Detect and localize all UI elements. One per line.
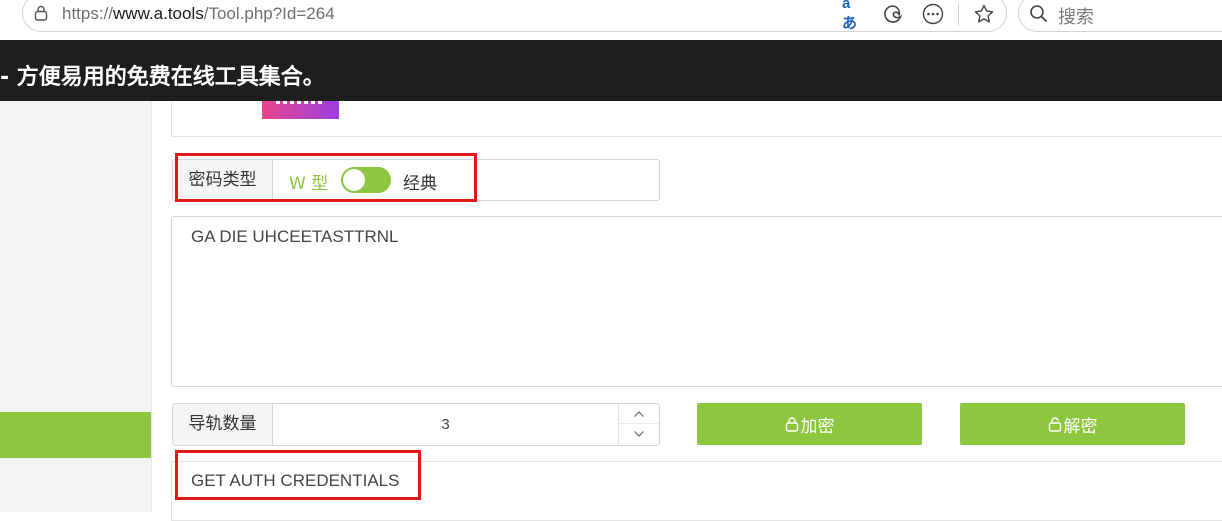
window-edge-fragment: ı (0, 6, 1, 23)
sidebar-item-active[interactable] (0, 412, 151, 458)
more-options-icon[interactable] (922, 3, 944, 25)
encrypt-button[interactable]: 加密 (697, 403, 922, 445)
cipher-input-textarea[interactable]: GA DIE UHCEETASTTRNL (171, 216, 1222, 387)
lock-icon[interactable] (34, 5, 48, 21)
banner-tagline: - 方便易用的免费在线工具集合。 (0, 65, 325, 90)
read-aloud-icon[interactable]: aあ (842, 0, 864, 32)
highlight-box-password-type (175, 153, 477, 202)
tool-logo (262, 101, 339, 119)
url-path: /Tool.php?Id=264 (203, 4, 335, 23)
url-host: www.a.tools (113, 4, 204, 23)
stepper-down-button[interactable] (619, 424, 659, 444)
rail-count-label: 导轨数量 (173, 404, 273, 445)
browser-toolbar: ı https://www.a.tools/Tool.php?Id=264 aあ… (0, 0, 1222, 32)
rail-count-row: 导轨数量 3 (172, 403, 660, 446)
rail-count-input[interactable]: 3 (273, 404, 618, 445)
stepper-up-button[interactable] (619, 404, 659, 424)
decrypt-button[interactable]: 解密 (960, 403, 1185, 445)
url-prefix: https:// (62, 4, 114, 23)
favorite-star-icon[interactable] (973, 3, 995, 25)
url-text[interactable]: https://www.a.tools/Tool.php?Id=264 (62, 4, 335, 24)
decrypt-button-label: 解密 (1063, 416, 1098, 437)
chevron-down-icon (634, 431, 644, 437)
lock-icon (785, 417, 798, 432)
toolbar-divider (958, 3, 959, 25)
edge-extension-icon[interactable] (882, 3, 904, 25)
unlock-icon (1048, 417, 1061, 432)
rail-count-stepper (618, 404, 659, 445)
highlight-box-result (175, 450, 421, 500)
search-placeholder[interactable]: 搜索 (1058, 3, 1094, 29)
encrypt-button-label: 加密 (800, 416, 835, 437)
chevron-up-icon (634, 410, 644, 417)
search-icon (1028, 3, 1050, 25)
